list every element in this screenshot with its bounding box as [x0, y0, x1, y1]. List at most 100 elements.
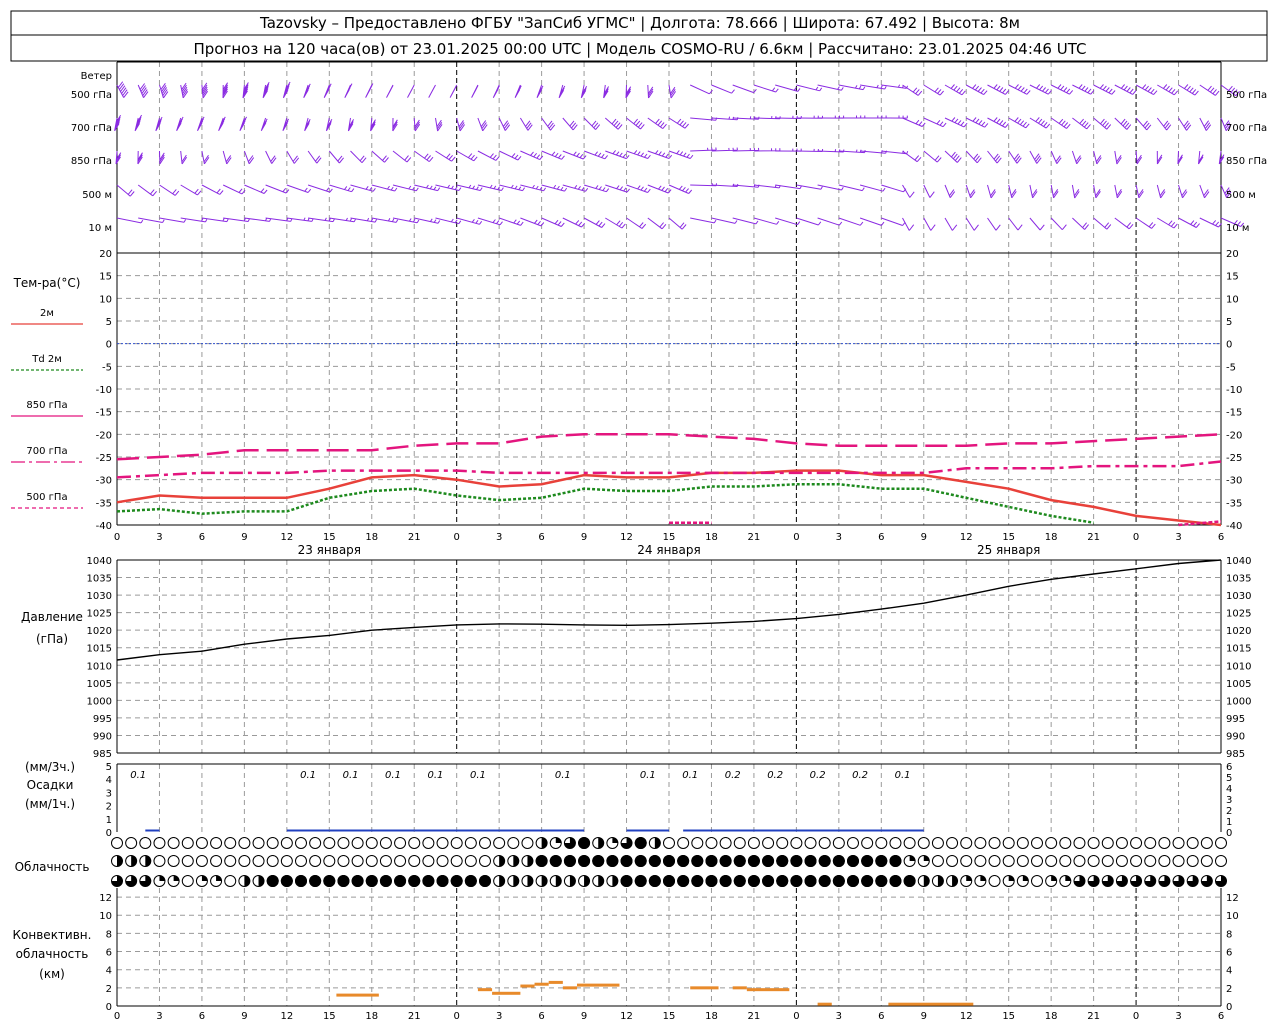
wind-barb — [923, 184, 935, 198]
cloud-circle-full — [691, 875, 704, 887]
temp-y-tick-left: -25 — [96, 453, 112, 464]
wind-barb — [137, 150, 143, 165]
x-tick-label: 6 — [538, 1011, 544, 1022]
cloud-circle-part — [584, 875, 590, 887]
x-tick-label: 12 — [620, 532, 633, 543]
temp-y-tick-right: 10 — [1226, 294, 1239, 305]
cloud-circle — [323, 855, 336, 867]
cloud-circle-part — [541, 837, 548, 849]
wind-barb — [176, 116, 184, 132]
cloud-circle — [1115, 855, 1128, 867]
wind-barb — [944, 184, 956, 198]
wind-barb — [902, 84, 923, 96]
precip-value-label: 0.1 — [385, 770, 401, 781]
wind-barb — [626, 217, 647, 229]
cloud-circle-full — [719, 855, 732, 867]
wind-level-right: 700 гПа — [1226, 123, 1267, 134]
wind-barb — [711, 84, 735, 94]
convective-bar — [477, 988, 493, 992]
wind-barb — [1156, 150, 1163, 165]
cloud-circle-full — [719, 875, 732, 887]
wind-barb — [392, 184, 419, 192]
wind-barb — [605, 184, 630, 193]
cloud-circle — [507, 837, 520, 849]
conv-y-tick-right: 4 — [1226, 966, 1232, 977]
wind-barb — [201, 184, 224, 195]
prec-y-tick-right: 2 — [1226, 806, 1232, 817]
cloud-circle — [365, 855, 378, 867]
pres-y-tick-right: 1020 — [1226, 626, 1251, 637]
wind-barb — [392, 117, 398, 132]
x-tick-label: 6 — [878, 1011, 884, 1022]
cloud-circle-full — [620, 855, 633, 867]
temp-y-tick-left: -5 — [102, 362, 112, 373]
cloud-circle-part — [612, 837, 618, 843]
cloud-circle-full — [563, 855, 576, 867]
cloud-circle-full — [818, 855, 831, 867]
cloud-circle-full — [337, 875, 350, 887]
cloud-circle-full — [861, 855, 874, 867]
wind-barb — [159, 184, 180, 196]
cloud-circle — [974, 837, 987, 849]
temp-y-tick-left: 10 — [99, 294, 112, 305]
cloud-circle-full — [861, 875, 874, 887]
wind-barb — [987, 217, 1001, 231]
wind-barb — [965, 84, 988, 96]
cloud-circle — [1130, 837, 1143, 849]
cloud-circle — [238, 855, 251, 867]
cloud-circle-full — [776, 855, 789, 867]
wind-barb — [1050, 84, 1074, 95]
prec-y-tick-left: 1 — [106, 815, 112, 826]
cloud-circle-part — [145, 855, 151, 867]
cloud-circle — [1186, 837, 1199, 849]
cloud-circle-part — [159, 875, 165, 881]
cloud-circle-full — [832, 875, 845, 887]
cloud-circle-full — [323, 875, 336, 887]
x-tick-label: 3 — [496, 532, 502, 543]
cloud-circle — [1144, 855, 1157, 867]
cloud-circle — [351, 855, 364, 867]
cloud-circle — [210, 855, 223, 867]
prec-y-tick-right: 6 — [1226, 762, 1232, 773]
pres-y-tick-left: 1000 — [87, 696, 112, 707]
wind-barb — [626, 117, 645, 130]
precip-value-label: 0.1 — [470, 770, 486, 781]
x-tick-label: 21 — [408, 532, 421, 543]
conv-y-tick-left: 12 — [99, 893, 112, 904]
wind-barb — [1093, 217, 1112, 230]
pres-y-tick-right: 995 — [1226, 714, 1245, 725]
day-label: 24 января — [637, 543, 700, 557]
pres-y-tick-right: 1035 — [1226, 574, 1251, 585]
cloud-circle-part — [980, 875, 986, 881]
wind-barb — [371, 184, 398, 192]
cloud-circle-full — [875, 855, 888, 867]
wind-barb — [1218, 150, 1225, 165]
wind-barb — [428, 84, 436, 98]
temp-series-line — [116, 482, 1094, 524]
cloud-circle — [1059, 855, 1072, 867]
x-tick-label: 15 — [323, 532, 336, 543]
cloud-circle — [309, 855, 322, 867]
x-tick-label: 6 — [1218, 1011, 1224, 1022]
cloud-circle — [931, 855, 944, 867]
cloud-circle — [1045, 855, 1058, 867]
cloud-circle-part — [216, 875, 222, 881]
cloud-circle — [464, 855, 477, 867]
wind-barb — [987, 84, 1010, 95]
cloud-circle — [1002, 837, 1015, 849]
cloud-circle-part — [527, 875, 533, 887]
cloud-circle-full — [804, 855, 817, 867]
wind-barb — [134, 114, 143, 132]
precip-unit-1h: (мм/1ч.) — [25, 797, 75, 811]
wind-barbs — [114, 81, 1245, 231]
conv-y-tick-right: 2 — [1226, 984, 1232, 995]
wind-barb — [260, 117, 268, 132]
wind-barb — [583, 150, 608, 160]
cloud-circle-full — [733, 855, 746, 867]
wind-barb — [583, 184, 610, 193]
x-tick-label: 21 — [1087, 1011, 1100, 1022]
cloud-circle — [224, 875, 237, 887]
wind-barb — [923, 217, 936, 231]
precip-value-label: 0.1 — [428, 770, 444, 781]
cloud-circle — [1101, 855, 1114, 867]
